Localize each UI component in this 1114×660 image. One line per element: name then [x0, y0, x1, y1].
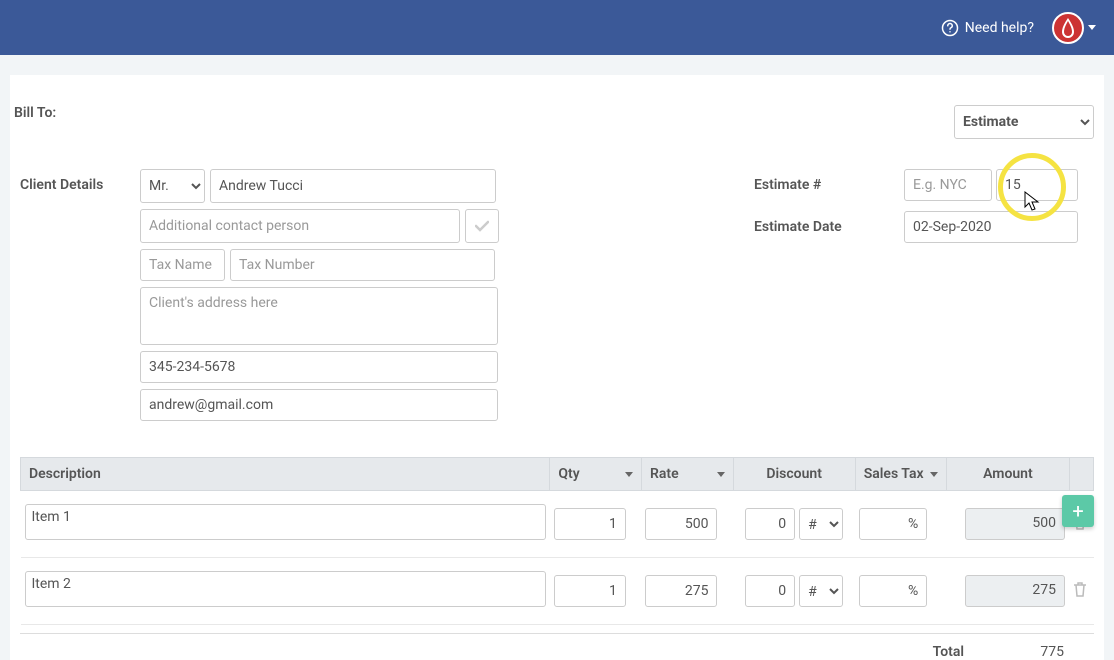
top-bar: Need help?	[0, 0, 1114, 55]
col-amount: Amount	[947, 458, 1069, 491]
table-row: # 500	[21, 491, 1094, 558]
item-tax-input[interactable]	[859, 508, 927, 540]
total-label: Total	[933, 644, 964, 660]
estimate-date-input[interactable]	[904, 211, 1078, 243]
bill-to-label: Bill To:	[14, 105, 56, 139]
item-discount-type-select[interactable]: #	[799, 508, 843, 540]
col-rate[interactable]: Rate	[641, 458, 733, 491]
estimate-prefix-input[interactable]	[904, 169, 992, 201]
item-qty-input[interactable]	[554, 508, 626, 540]
item-amount: 500	[965, 508, 1065, 540]
col-description: Description	[21, 458, 550, 491]
need-help-text: Need help?	[965, 20, 1034, 36]
confirm-contact-button[interactable]	[465, 209, 499, 243]
col-qty[interactable]: Qty	[550, 458, 642, 491]
item-discount-input[interactable]	[745, 575, 795, 607]
document-type-select[interactable]: Estimate	[954, 105, 1094, 139]
client-details-label: Client Details	[20, 169, 140, 203]
estimate-date-label: Estimate Date	[754, 219, 904, 235]
item-amount: 275	[965, 575, 1065, 607]
plus-icon: +	[1072, 499, 1083, 523]
client-phone-input[interactable]	[140, 351, 498, 383]
check-icon	[475, 220, 489, 232]
caret-down-icon	[717, 472, 725, 477]
item-rate-input[interactable]	[645, 575, 717, 607]
item-qty-input[interactable]	[554, 575, 626, 607]
items-table: Description Qty Rate Discount Sales Tax …	[20, 457, 1094, 625]
item-description-input[interactable]	[25, 504, 546, 540]
tax-name-input[interactable]	[140, 249, 225, 281]
col-discount: Discount	[733, 458, 855, 491]
client-name-input[interactable]	[210, 169, 496, 203]
help-icon	[941, 19, 959, 37]
item-tax-input[interactable]	[859, 575, 927, 607]
item-rate-input[interactable]	[645, 508, 717, 540]
table-row: # 275	[21, 558, 1094, 625]
user-menu[interactable]	[1052, 12, 1096, 44]
client-address-input[interactable]	[140, 287, 498, 345]
need-help-link[interactable]: Need help?	[941, 19, 1034, 37]
estimate-number-input[interactable]	[996, 169, 1078, 201]
trash-icon	[1073, 581, 1087, 597]
add-item-button[interactable]: +	[1062, 495, 1094, 527]
col-sales-tax[interactable]: Sales Tax	[855, 458, 947, 491]
caret-down-icon	[930, 472, 938, 477]
item-discount-type-select[interactable]: #	[799, 575, 843, 607]
avatar	[1052, 12, 1084, 44]
total-row: Total 775	[20, 633, 1094, 660]
item-discount-input[interactable]	[745, 508, 795, 540]
caret-down-icon	[625, 472, 633, 477]
client-title-select[interactable]: Mr.	[140, 169, 205, 203]
tax-number-input[interactable]	[230, 249, 495, 281]
client-email-input[interactable]	[140, 389, 498, 421]
item-description-input[interactable]	[25, 571, 546, 607]
caret-down-icon	[1088, 25, 1096, 30]
total-value: 775	[984, 644, 1084, 660]
estimate-number-label: Estimate #	[754, 177, 904, 193]
delete-row-button[interactable]	[1069, 558, 1094, 625]
estimate-form: Bill To: Estimate Client Details Mr.	[10, 75, 1104, 660]
additional-contact-input[interactable]	[140, 209, 460, 243]
avatar-logo-icon	[1060, 18, 1076, 38]
